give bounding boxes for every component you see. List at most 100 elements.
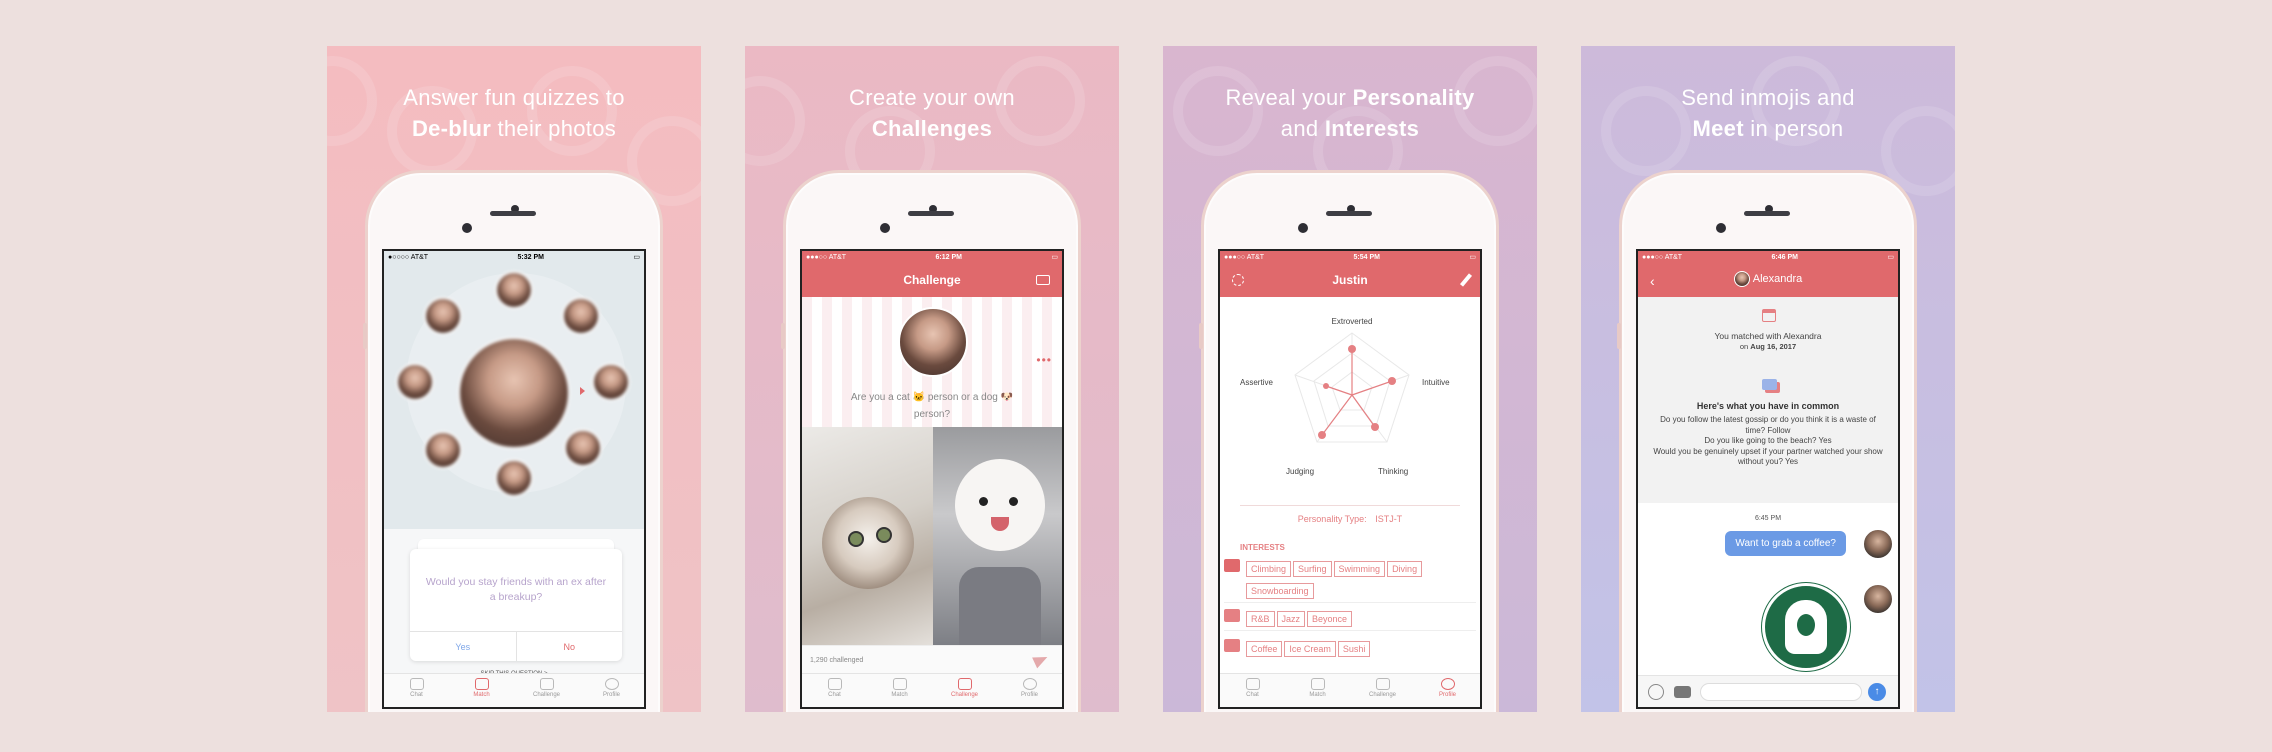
status-bar: ●○○○○ AT&T 5:32 PM ▭ xyxy=(384,251,644,263)
dog-eye xyxy=(1009,497,1018,506)
sender-avatar xyxy=(1862,583,1894,615)
main-avatar[interactable] xyxy=(458,337,570,449)
camera-icon[interactable] xyxy=(1674,686,1691,698)
interest-chip[interactable]: Sushi xyxy=(1337,641,1371,657)
side-button xyxy=(1199,323,1203,349)
avatar[interactable] xyxy=(562,297,600,335)
interest-chip[interactable]: Coffee xyxy=(1246,641,1283,657)
cat-option[interactable] xyxy=(802,427,933,645)
phone-frame: ●○○○○ AT&T 5:32 PM ▭ Would you stay frie… xyxy=(363,170,663,712)
interest-chip[interactable]: Swimming xyxy=(1333,561,1386,577)
cat-eye xyxy=(876,527,892,543)
caption-bold: Interests xyxy=(1324,116,1420,141)
interest-chips: R&B Jazz Beyonce xyxy=(1246,609,1476,631)
avatar[interactable] xyxy=(592,363,630,401)
matched-date-pre: on xyxy=(1739,342,1749,351)
caption-line: De-blur their photos xyxy=(327,113,701,144)
panel-deblur: Answer fun quizzes to De-blur their phot… xyxy=(327,46,701,712)
tab-chat[interactable]: Chat xyxy=(1220,674,1285,707)
matched-date-line: on Aug 16, 2017 xyxy=(1638,342,1898,351)
tab-match[interactable]: Match xyxy=(1285,674,1350,707)
nav-title: Alexandra xyxy=(1752,273,1803,285)
panel-inmojis: Send inmojis and Meet in person ●●●○○ AT… xyxy=(1581,46,1955,712)
send-button[interactable]: ↑ xyxy=(1868,683,1886,701)
interest-chip[interactable]: Snowboarding xyxy=(1246,583,1314,599)
side-button xyxy=(781,323,785,349)
interest-chips: Coffee Ice Cream Sushi xyxy=(1246,639,1476,661)
sensor xyxy=(1716,223,1726,233)
avatar[interactable] xyxy=(495,271,533,309)
tab-profile[interactable]: Profile xyxy=(579,674,644,707)
match-icon xyxy=(1310,678,1325,690)
side-button xyxy=(363,323,367,349)
siren-logo xyxy=(1785,600,1827,654)
dog-option[interactable] xyxy=(933,427,1062,645)
tab-match[interactable]: Match xyxy=(867,674,932,707)
yes-button[interactable]: Yes xyxy=(410,632,517,661)
no-button[interactable]: No xyxy=(517,632,623,661)
radar-label-intuitive: Intuitive xyxy=(1422,378,1450,387)
interest-chip[interactable]: Beyonce xyxy=(1307,611,1353,627)
interest-chip[interactable]: Surfing xyxy=(1293,561,1332,577)
tab-chat[interactable]: Chat xyxy=(384,674,449,707)
phone-frame: ●●●○○ AT&T 6:12 PM ▭ Challenge ••• Are y… xyxy=(781,170,1081,712)
music-icon xyxy=(1224,609,1240,622)
avatar[interactable] xyxy=(495,459,533,497)
side-button xyxy=(1617,323,1621,349)
avatar[interactable] xyxy=(564,429,602,467)
challenge-prompt: Are you a cat 🐱 person or a dog 🐶 person… xyxy=(850,392,1014,420)
avatar[interactable] xyxy=(396,363,434,401)
starbucks-inmoji[interactable] xyxy=(1762,583,1850,671)
tab-challenge[interactable]: Challenge xyxy=(932,674,997,707)
screen: ●●●○○ AT&T 5:54 PM ▭ Justin Extroverted … xyxy=(1218,249,1482,709)
more-options-icon[interactable]: ••• xyxy=(1036,353,1052,367)
radar-label-extroverted: Extroverted xyxy=(1331,317,1373,326)
matched-date: Aug 16, 2017 xyxy=(1750,342,1797,351)
interest-chip[interactable]: Ice Cream xyxy=(1284,641,1336,657)
send-icon[interactable] xyxy=(1032,651,1050,669)
message-bubble[interactable]: Want to grab a coffee? xyxy=(1725,531,1846,556)
phone-frame: ●●●○○ AT&T 5:54 PM ▭ Justin Extroverted … xyxy=(1199,170,1499,712)
inmoji-icon[interactable] xyxy=(1648,684,1664,700)
challenges-inbox-icon[interactable] xyxy=(1036,275,1050,285)
tab-bar: Chat Match Challenge Profile xyxy=(384,673,644,707)
avatar[interactable] xyxy=(424,297,462,335)
tab-match[interactable]: Match xyxy=(449,674,514,707)
interest-chip[interactable]: Diving xyxy=(1387,561,1423,577)
tab-label: Profile xyxy=(602,692,620,698)
challenge-icon xyxy=(539,678,554,690)
earpiece xyxy=(908,211,954,216)
tab-chat[interactable]: Chat xyxy=(802,674,867,707)
tab-label: Chat xyxy=(410,692,423,698)
common-body: Do you follow the latest gossip or do yo… xyxy=(1653,415,1883,466)
sports-icon xyxy=(1224,559,1240,572)
tab-label: Match xyxy=(1309,692,1326,698)
message-input[interactable] xyxy=(1700,683,1862,701)
radar-point xyxy=(1371,423,1379,431)
avatar[interactable] xyxy=(424,431,462,469)
caption-bold: De-blur xyxy=(411,116,492,141)
sensor xyxy=(1298,223,1308,233)
match-info: You matched with Alexandra on Aug 16, 20… xyxy=(1638,297,1898,503)
status-bar: ●●●○○ AT&T 6:12 PM ▭ xyxy=(802,251,1062,263)
tab-label: Chat xyxy=(828,692,841,698)
interest-group-sports: Climbing Surfing Swimming Diving Snowboardin… xyxy=(1224,559,1476,603)
tab-profile[interactable]: Profile xyxy=(1415,674,1480,707)
tab-profile[interactable]: Profile xyxy=(997,674,1062,707)
radar-point xyxy=(1318,431,1326,439)
message-timestamp: 6:45 PM xyxy=(1754,515,1782,522)
tab-challenge[interactable]: Challenge xyxy=(1350,674,1415,707)
battery-icon: ▭ xyxy=(1051,254,1058,261)
partner-avatar xyxy=(1733,271,1750,287)
screen: ●●●○○ AT&T 6:12 PM ▭ Challenge ••• Are y… xyxy=(800,249,1064,709)
interest-chip[interactable]: Jazz xyxy=(1276,611,1306,627)
creator-avatar[interactable] xyxy=(898,307,968,377)
chat-header[interactable]: Alexandra xyxy=(1638,271,1898,287)
interest-chip[interactable]: Climbing xyxy=(1246,561,1292,577)
tab-label: Profile xyxy=(1438,692,1456,698)
personality-type: Personality Type: ISTJ-T xyxy=(1240,505,1460,524)
interest-chip[interactable]: R&B xyxy=(1246,611,1275,627)
phone-frame: ●●●○○ AT&T 6:46 PM ▭ ‹ Alexandra You mat… xyxy=(1617,170,1917,712)
question-text: Would you stay friends with an ex after … xyxy=(425,576,607,603)
tab-challenge[interactable]: Challenge xyxy=(514,674,579,707)
